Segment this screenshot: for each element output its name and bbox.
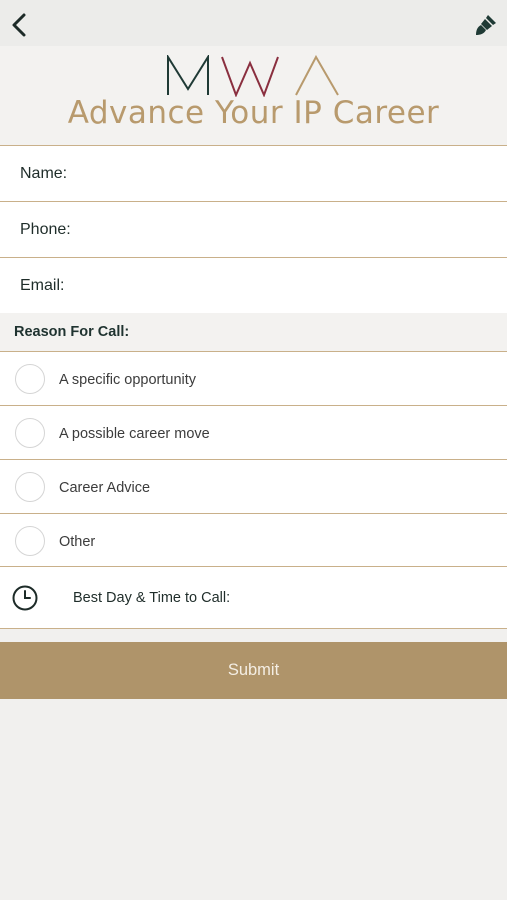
email-field-label: Email: [20, 277, 65, 294]
back-button[interactable] [8, 10, 32, 40]
reason-option-career-move[interactable]: A possible career move [0, 405, 507, 459]
phone-input[interactable] [90, 210, 497, 248]
name-field[interactable]: Name: [0, 145, 507, 201]
tagline: Advance Your IP Career [67, 95, 440, 131]
reason-option-specific-opportunity[interactable]: A specific opportunity [0, 351, 507, 405]
reason-option-career-advice[interactable]: Career Advice [0, 459, 507, 513]
radio-button[interactable] [15, 418, 45, 448]
best-time-picker[interactable]: Best Day & Time to Call: [0, 566, 507, 629]
clock-icon [12, 585, 38, 611]
radio-button[interactable] [15, 364, 45, 394]
reason-heading-label: Reason For Call: [14, 324, 130, 340]
name-input[interactable] [90, 154, 497, 192]
theme-button[interactable] [474, 13, 498, 37]
reason-option-other[interactable]: Other [0, 513, 507, 567]
email-field[interactable]: Email: [0, 257, 507, 313]
phone-field-label: Phone: [20, 221, 71, 238]
name-field-label: Name: [20, 165, 68, 182]
mwa-logo [167, 55, 339, 97]
app-header: Advance Your IP Career [0, 46, 507, 145]
reason-section-heading: Reason For Call: [0, 313, 507, 351]
option-label: A specific opportunity [59, 372, 197, 388]
radio-button[interactable] [15, 526, 45, 556]
top-navigation-bar [0, 0, 507, 46]
paintbrush-icon [476, 15, 496, 35]
email-input[interactable] [90, 266, 497, 304]
best-time-label: Best Day & Time to Call: [73, 590, 231, 606]
option-label: A possible career move [59, 426, 210, 442]
option-label: Other [59, 534, 96, 550]
submit-button[interactable]: Submit [0, 642, 507, 699]
option-label: Career Advice [59, 480, 151, 496]
chevron-left-icon [12, 13, 26, 37]
phone-field[interactable]: Phone: [0, 201, 507, 257]
radio-button[interactable] [15, 472, 45, 502]
